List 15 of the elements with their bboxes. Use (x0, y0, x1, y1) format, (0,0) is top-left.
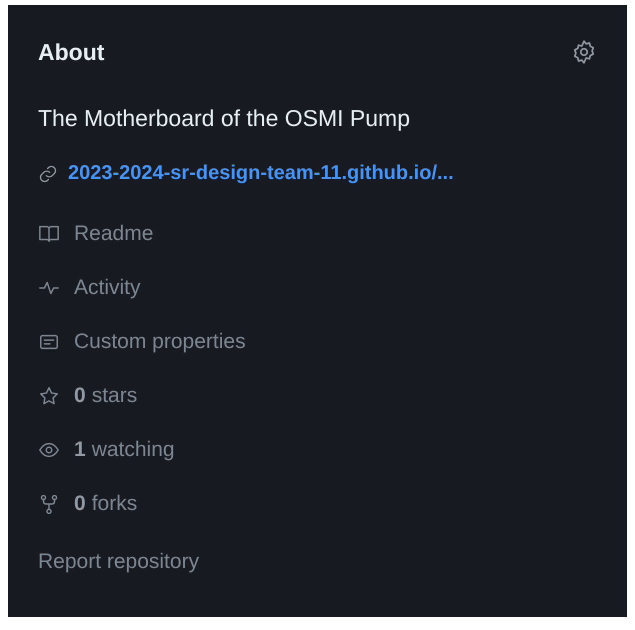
repo-description: The Motherboard of the OSMI Pump (38, 105, 412, 132)
section-title: About (38, 38, 104, 66)
sidebar-link[interactable]: 0 forks (38, 477, 597, 531)
website-link[interactable]: 2023-2024-sr-design-team-11.github.io/... (68, 162, 454, 185)
star-icon (38, 385, 60, 407)
book-icon (38, 223, 60, 245)
sidebar-link[interactable]: 0 stars (38, 369, 597, 423)
sidebar-link[interactable]: Activity (38, 261, 597, 315)
link-icon (38, 164, 58, 184)
sidebar-link[interactable]: Readme (38, 207, 597, 261)
sidebar-link[interactable]: 1 watching (38, 423, 597, 477)
sidebar-link[interactable]: Custom properties (38, 315, 597, 369)
fork-icon (38, 493, 60, 515)
settings-icon[interactable] (571, 39, 597, 65)
report-link[interactable]: Report repository (38, 535, 597, 589)
